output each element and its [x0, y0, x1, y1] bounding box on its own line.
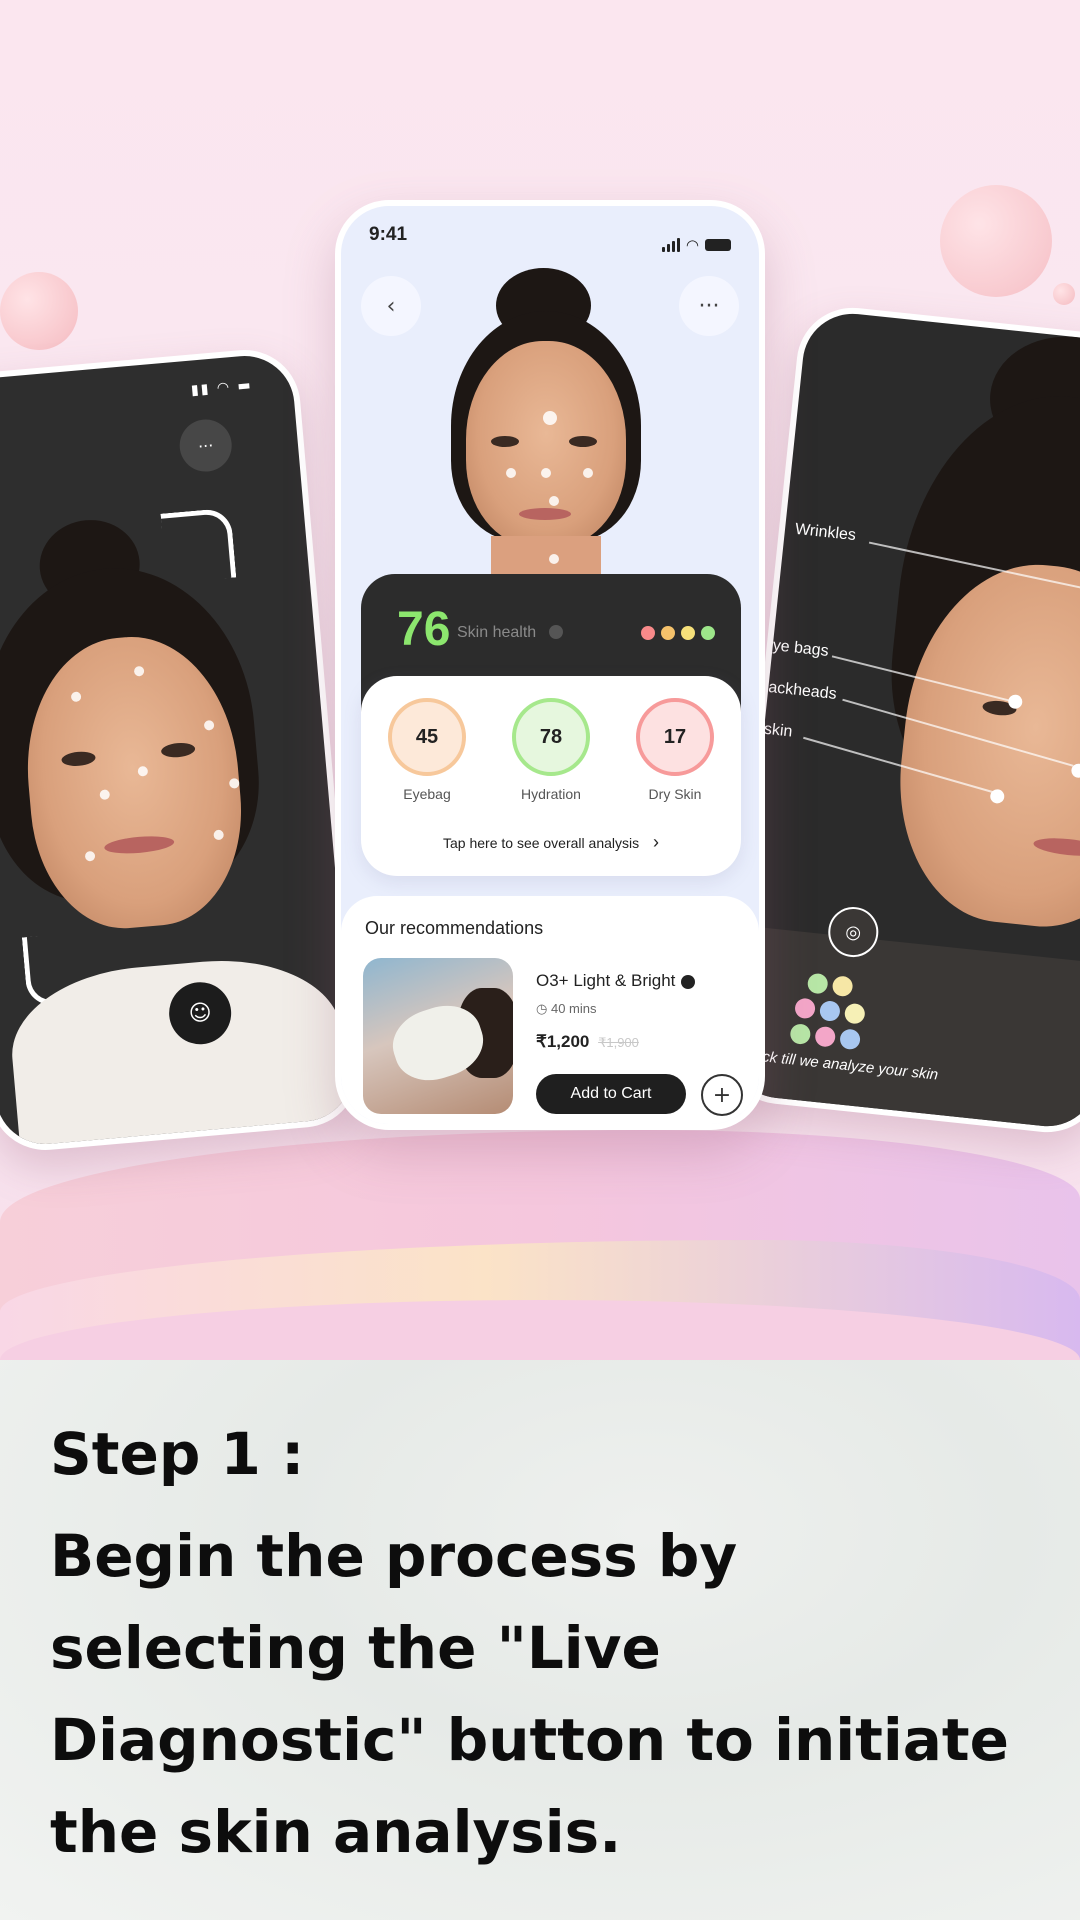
status-icons: ◠: [661, 224, 731, 266]
instruction-panel: Step 1 : Begin the process by selecting …: [0, 1360, 1080, 1920]
step-description: Begin the process by selecting the "Live…: [50, 1522, 1009, 1866]
scan-point: [549, 554, 559, 564]
overall-analysis-link[interactable]: Tap here to see overall analysis ›: [361, 832, 741, 853]
portrait: [569, 436, 597, 447]
step-title: Step 1 :: [50, 1420, 305, 1488]
info-icon[interactable]: [549, 625, 563, 639]
clock-icon: ◷: [536, 1001, 548, 1016]
scan-point: [583, 468, 593, 478]
wifi-icon: ◠: [685, 236, 699, 254]
metric-ring: 78: [512, 698, 590, 776]
skin-health-score: 76: [397, 603, 451, 656]
metric-ring: 17: [636, 698, 714, 776]
battery-icon: [705, 239, 731, 251]
portrait: [491, 436, 519, 447]
analysis-panel: [724, 925, 1080, 1138]
indicator-dot: [641, 626, 655, 640]
status-icons: ▮▮ ◠ ▬: [190, 377, 254, 399]
face-scan-icon: ☺: [187, 999, 213, 1027]
plus-icon: +: [712, 1082, 732, 1108]
hero-illustration: ▮▮ ◠ ▬ ··· ☺ Wrinkles ye bags ackheads s…: [0, 0, 1080, 1360]
analysis-label-blackheads: ackheads: [767, 678, 838, 703]
more-icon: ···: [698, 293, 720, 319]
indicator-dot: [681, 626, 695, 640]
analysis-label-skin: skin: [763, 720, 794, 741]
metric-ring: 45: [388, 698, 466, 776]
scan-point: [541, 468, 551, 478]
signal-icon: [661, 238, 680, 252]
camera-icon: ◎: [844, 920, 863, 944]
treatment-name-row: O3+ Light & Bright: [536, 971, 696, 991]
skin-metrics-card[interactable]: 45 Eyebag 78 Hydration 17 Dry Skin Tap h…: [361, 676, 741, 876]
chevron-left-icon: ‹: [386, 293, 396, 319]
treatment-duration-row: ◷ 40 mins: [536, 1001, 597, 1017]
more-options-button[interactable]: ···: [177, 417, 234, 474]
scan-point: [506, 468, 516, 478]
chevron-right-icon: ›: [653, 832, 659, 852]
treatment-duration: 40 mins: [550, 1001, 597, 1016]
metric-hydration: 78 Hydration: [501, 698, 601, 802]
skin-health-label: Skin health: [457, 624, 537, 641]
metric-label: Eyebag: [403, 786, 451, 802]
status-time: 9:41: [369, 224, 408, 245]
scan-point: [543, 411, 557, 425]
decorative-bubble: [1053, 283, 1075, 305]
back-button[interactable]: ‹: [361, 276, 421, 336]
decorative-bubble: [0, 272, 78, 350]
overall-analysis-label: Tap here to see overall analysis: [443, 835, 640, 851]
right-phone-analysis: Wrinkles ye bags ackheads skin ◎ ld back…: [719, 302, 1080, 1138]
portrait: [491, 536, 601, 576]
metric-label: Hydration: [521, 786, 581, 802]
info-icon[interactable]: [681, 974, 696, 989]
treatment-price: ₹1,200: [536, 1032, 590, 1051]
status-bar: 9:41 ◠: [341, 206, 759, 266]
center-phone-skin-health: 9:41 ◠ ‹ ··· 76 Skin health 45 Eyebag 78…: [335, 200, 765, 1130]
score-indicator: [641, 626, 715, 640]
add-button[interactable]: +: [701, 1074, 743, 1116]
recommendations-section: Our recommendations O3+ Light & Bright ◷…: [341, 896, 759, 1124]
left-phone-live-scan: ▮▮ ◠ ▬ ··· ☺: [0, 345, 364, 1155]
recommendations-title: Our recommendations: [365, 918, 544, 938]
indicator-dot: [701, 626, 715, 640]
decorative-bubble: [940, 185, 1052, 297]
treatment-price-row: ₹1,200 ₹1,900: [536, 1032, 639, 1052]
treatment-old-price: ₹1,900: [598, 1035, 639, 1050]
add-to-cart-button[interactable]: Add to Cart: [536, 1074, 686, 1114]
scan-frame-corner: [160, 507, 237, 584]
metric-dry-skin: 17 Dry Skin: [625, 698, 725, 802]
metric-eyebag: 45 Eyebag: [377, 698, 477, 802]
treatment-name: O3+ Light & Bright: [536, 971, 676, 990]
portrait: [519, 508, 571, 520]
scan-point: [549, 496, 559, 506]
metric-label: Dry Skin: [648, 786, 702, 802]
indicator-dot: [661, 626, 675, 640]
treatment-image[interactable]: [363, 958, 513, 1114]
analysis-label-wrinkles: Wrinkles: [794, 520, 857, 545]
more-options-button[interactable]: ···: [679, 276, 739, 336]
more-icon: ···: [197, 435, 215, 456]
analysis-label-eye-bags: ye bags: [771, 637, 830, 660]
